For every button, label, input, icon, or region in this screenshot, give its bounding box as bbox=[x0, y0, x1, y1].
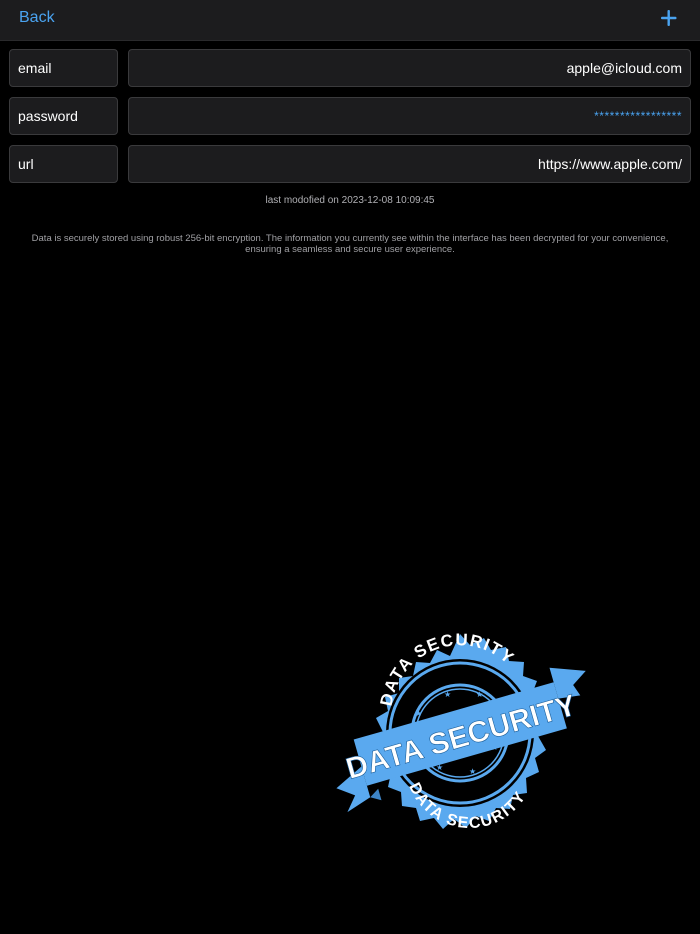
svg-text:★: ★ bbox=[415, 709, 422, 718]
back-button[interactable]: Back bbox=[19, 9, 55, 27]
data-security-seal-icon: DATA SECURITY DATA SECURITY ★ ★ ★ ★ ★ ★ … bbox=[336, 632, 586, 832]
plus-icon[interactable] bbox=[658, 6, 680, 30]
url-field[interactable]: https://www.apple.com/ bbox=[128, 145, 691, 183]
encryption-notice: Data is securely stored using robust 256… bbox=[31, 233, 669, 255]
svg-text:★: ★ bbox=[476, 690, 483, 699]
field-row-email: email apple@icloud.com bbox=[9, 49, 691, 89]
svg-text:★: ★ bbox=[469, 767, 476, 776]
last-modified-timestamp: last modofied on 2023-12-08 10:09:45 bbox=[265, 195, 435, 206]
password-label: password bbox=[9, 97, 118, 135]
email-field[interactable]: apple@icloud.com bbox=[128, 49, 691, 87]
url-label: url bbox=[9, 145, 118, 183]
field-row-url: url https://www.apple.com/ bbox=[9, 145, 691, 185]
svg-text:★: ★ bbox=[444, 690, 451, 699]
password-field[interactable]: ***************** bbox=[128, 97, 691, 135]
field-row-password: password ***************** bbox=[9, 97, 691, 137]
email-label: email bbox=[9, 49, 118, 87]
navigation-bar: Back bbox=[0, 0, 700, 41]
